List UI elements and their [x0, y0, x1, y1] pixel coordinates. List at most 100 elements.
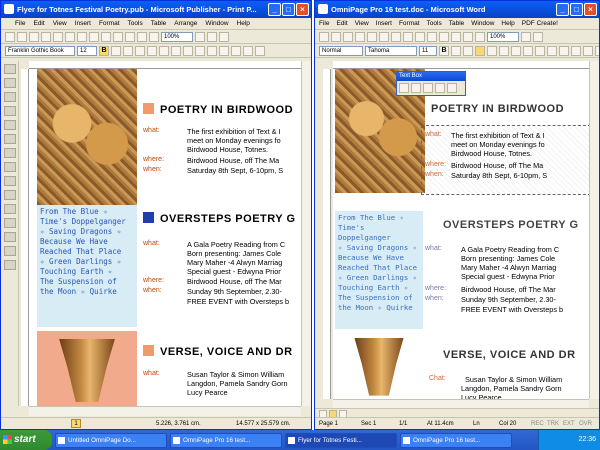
style-select[interactable]: Normal — [319, 45, 363, 56]
align-center-icon[interactable] — [147, 45, 157, 56]
taskbar-item[interactable]: Untitled OmniPage Do... — [55, 432, 167, 448]
menu-window[interactable]: Window — [471, 20, 494, 27]
menu-file[interactable]: File — [15, 20, 25, 27]
text-direction-icon[interactable] — [447, 83, 457, 93]
close-button[interactable]: × — [296, 3, 309, 16]
picture-tool-icon[interactable] — [4, 120, 16, 130]
zoom-out-icon[interactable] — [195, 31, 205, 42]
copy-icon[interactable] — [403, 31, 413, 42]
open-icon[interactable] — [17, 31, 27, 42]
align-right-icon[interactable] — [499, 45, 509, 56]
paste-icon[interactable] — [101, 31, 111, 42]
rectangle-tool-icon[interactable] — [4, 190, 16, 200]
underline-button[interactable] — [123, 45, 133, 56]
menu-edit[interactable]: Edit — [336, 20, 347, 27]
html-fragment-icon[interactable] — [4, 246, 16, 256]
create-link-icon[interactable] — [399, 83, 409, 93]
select-tool-icon[interactable] — [4, 64, 16, 74]
paste-icon[interactable] — [415, 31, 425, 42]
font-select[interactable]: Franklin Gothic Book — [5, 45, 75, 56]
font-size-select[interactable]: 11 — [419, 45, 437, 56]
status-ext[interactable]: EXT — [563, 418, 575, 429]
menu-format[interactable]: Format — [399, 20, 420, 27]
undo-icon[interactable] — [113, 31, 123, 42]
status-trk[interactable]: TRK — [547, 418, 559, 429]
drum-image[interactable] — [335, 331, 423, 399]
publisher-title-bar[interactable]: Flyer for Totnes Festival Poetry.pub - M… — [1, 1, 311, 18]
underline-button[interactable] — [463, 45, 473, 56]
clock[interactable]: 22:36 — [578, 436, 596, 443]
status-ovr[interactable]: OVR — [579, 418, 592, 429]
font-size-select[interactable]: 12 — [77, 45, 97, 56]
horizontal-scrollbar[interactable] — [29, 406, 301, 416]
previous-textbox-icon[interactable] — [423, 83, 433, 93]
menu-view[interactable]: View — [53, 20, 67, 27]
horizontal-ruler[interactable] — [333, 61, 591, 69]
line-spacing-icon[interactable] — [523, 45, 533, 56]
taskbar-item[interactable]: OmniPage Pro 16 test... — [170, 432, 282, 448]
zoom-select[interactable]: 100% — [161, 31, 193, 42]
bold-button[interactable]: B — [99, 45, 109, 56]
vertical-scrollbar[interactable] — [301, 61, 311, 406]
menu-edit[interactable]: Edit — [33, 20, 44, 27]
align-left-icon[interactable] — [135, 45, 145, 56]
justify-icon[interactable] — [171, 45, 181, 56]
arrow-tool-icon[interactable] — [4, 162, 16, 172]
menu-insert[interactable]: Insert — [376, 20, 392, 27]
table-icon[interactable] — [451, 31, 461, 42]
menu-tools[interactable]: Tools — [128, 20, 143, 27]
next-textbox-icon[interactable] — [435, 83, 445, 93]
bold-button[interactable]: B — [439, 45, 449, 56]
menu-help[interactable]: Help — [501, 20, 514, 27]
menu-format[interactable]: Format — [99, 20, 120, 27]
minimize-button[interactable]: _ — [556, 3, 569, 16]
maximize-button[interactable]: □ — [570, 3, 583, 16]
taskbar-item[interactable]: Flyer for Totnes Festi... — [285, 432, 397, 448]
vertical-ruler[interactable] — [21, 69, 29, 406]
poem-text-box[interactable]: From The Blue ✧ Time's Doppelganger ✧ Sa… — [37, 205, 137, 327]
italic-button[interactable] — [451, 45, 461, 56]
menu-window[interactable]: Window — [205, 20, 228, 27]
line-tool-icon[interactable] — [4, 148, 16, 158]
menu-file[interactable]: File — [319, 20, 329, 27]
new-icon[interactable] — [319, 31, 329, 42]
bullets-icon[interactable] — [547, 45, 557, 56]
horizontal-scrollbar[interactable] — [333, 399, 589, 408]
horizontal-ruler[interactable] — [29, 61, 303, 69]
print-icon[interactable] — [355, 31, 365, 42]
font-color-icon[interactable] — [243, 45, 253, 56]
vertical-ruler[interactable] — [323, 69, 331, 399]
flyer-artwork-image[interactable] — [37, 69, 137, 205]
design-gallery-icon[interactable] — [4, 260, 16, 270]
drum-image[interactable] — [37, 331, 137, 406]
taskbar-item[interactable]: OmniPage Pro 16 test... — [400, 432, 512, 448]
preview-icon[interactable] — [53, 31, 63, 42]
drawing-icon[interactable] — [475, 31, 485, 42]
word-app-icon[interactable] — [318, 4, 328, 14]
new-icon[interactable] — [5, 31, 15, 42]
bullets-icon[interactable] — [195, 45, 205, 56]
spell-icon[interactable] — [379, 31, 389, 42]
print-icon[interactable] — [41, 31, 51, 42]
hotspot-tool-icon[interactable] — [4, 218, 16, 228]
indent-icon[interactable] — [207, 45, 217, 56]
help-icon[interactable] — [521, 31, 531, 42]
zoom-select[interactable]: 100% — [487, 31, 519, 42]
table-tool-icon[interactable] — [4, 92, 16, 102]
oval-tool-icon[interactable] — [4, 176, 16, 186]
align-center-icon[interactable] — [487, 45, 497, 56]
italic-button[interactable] — [111, 45, 121, 56]
open-icon[interactable] — [331, 31, 341, 42]
preview-icon[interactable] — [367, 31, 377, 42]
undo-icon[interactable] — [427, 31, 437, 42]
cut-icon[interactable] — [391, 31, 401, 42]
save-icon[interactable] — [343, 31, 353, 42]
menu-arrange[interactable]: Arrange — [174, 20, 197, 27]
close-button[interactable]: × — [584, 3, 597, 16]
page-navigator[interactable]: 1 — [71, 419, 81, 428]
minimize-button[interactable]: _ — [268, 3, 281, 16]
border-icon[interactable] — [583, 45, 593, 56]
zoom-in-icon[interactable] — [207, 31, 217, 42]
spell-icon[interactable] — [65, 31, 75, 42]
autoshapes-tool-icon[interactable] — [4, 204, 16, 214]
